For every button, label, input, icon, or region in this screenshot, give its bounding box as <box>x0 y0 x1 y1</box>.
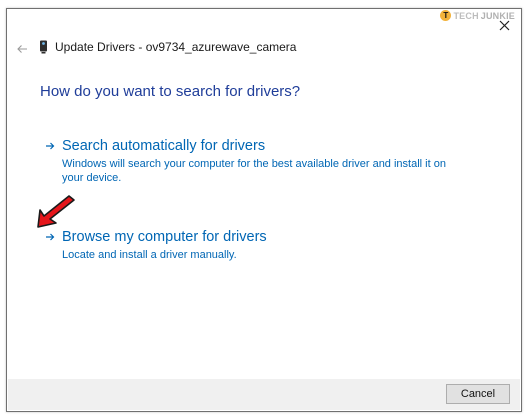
option-header: Search automatically for drivers <box>45 138 465 154</box>
watermark-text-part-a: TECH <box>453 10 479 21</box>
window-title: Update Drivers - ov9734_azurewave_camera <box>55 40 297 54</box>
dialog-title-row: Update Drivers - ov9734_azurewave_camera <box>39 40 296 54</box>
search-automatically-option[interactable]: Search automatically for drivers Windows… <box>45 138 465 185</box>
back-button[interactable] <box>16 41 30 53</box>
back-arrow-icon <box>17 45 27 53</box>
right-arrow-icon <box>46 233 55 241</box>
option-description: Locate and install a driver manually. <box>62 249 237 261</box>
red-pointer-arrow-icon <box>37 195 75 228</box>
update-drivers-dialog: T TECH JUNKIE Update Drivers - ov9734_azu… <box>6 8 522 412</box>
webcam-device-icon <box>40 40 47 54</box>
option-label: Browse my computer for drivers <box>62 229 267 245</box>
browse-my-computer-option[interactable]: Browse my computer for drivers Locate an… <box>45 229 465 262</box>
close-button[interactable] <box>495 16 513 34</box>
option-header: Browse my computer for drivers <box>45 229 465 245</box>
right-arrow-icon <box>46 142 55 150</box>
page-heading: How do you want to search for drivers? <box>40 83 301 100</box>
option-description: Windows will search your computer for th… <box>62 158 446 184</box>
dialog-footer: Cancel <box>8 379 520 410</box>
cancel-button[interactable]: Cancel <box>446 384 510 404</box>
techjunkie-logo-icon: T <box>440 10 452 21</box>
option-label: Search automatically for drivers <box>62 138 266 154</box>
close-icon <box>499 20 509 30</box>
